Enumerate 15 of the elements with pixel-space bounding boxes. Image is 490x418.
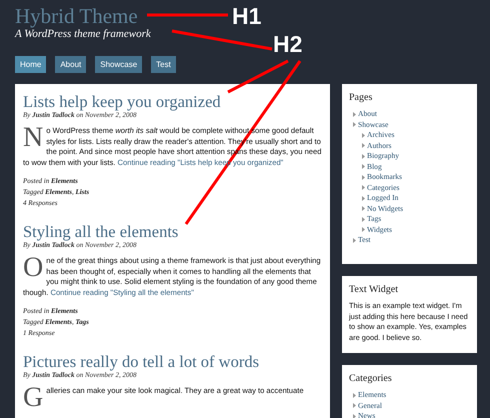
post-title[interactable]: Styling all the elements (23, 223, 178, 241)
widget-title: Pages (349, 92, 374, 103)
widget-title: Categories (349, 373, 393, 384)
post-title[interactable]: Lists help keep you organized (23, 93, 221, 111)
nav-tab[interactable]: Showcase (95, 56, 142, 73)
annotation-label: H2 (273, 32, 302, 56)
nav-tab[interactable]: Test (151, 56, 176, 73)
post-title[interactable]: Pictures really do tell a lot of words (23, 353, 259, 371)
triangle-icon (353, 238, 356, 243)
widget-title: Text Widget (349, 284, 399, 295)
site-tagline: A WordPress theme framework (15, 28, 151, 41)
nav-tab[interactable]: About (55, 56, 86, 73)
annotation-label: H1 (232, 4, 262, 28)
nav-tab[interactable]: Home (15, 56, 46, 73)
triangle-icon (353, 414, 356, 418)
